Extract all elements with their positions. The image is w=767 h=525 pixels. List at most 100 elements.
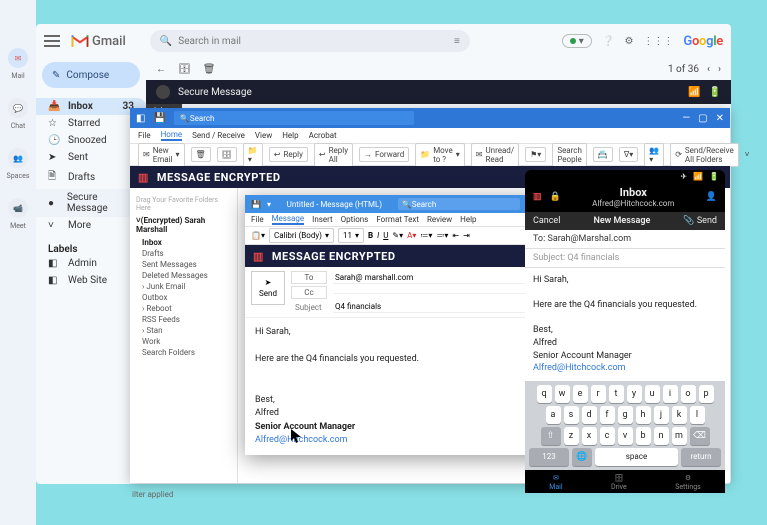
key-b[interactable]: b: [636, 427, 651, 445]
new-email-button[interactable]: ✉ New Email ▾: [138, 143, 185, 167]
delete-button[interactable]: 🗑: [191, 147, 211, 162]
menu-options[interactable]: Options: [341, 215, 369, 224]
flag-button[interactable]: ⚑▾: [525, 147, 546, 162]
folder-reboot[interactable]: › Reboot: [142, 303, 231, 314]
minimize-icon[interactable]: —: [682, 113, 690, 124]
mobile-body[interactable]: Hi Sarah, Here are the Q4 financials you…: [525, 268, 725, 381]
send-button[interactable]: ➤ Send: [251, 271, 285, 305]
menu-view[interactable]: View: [255, 131, 272, 140]
font-size[interactable]: 11 ▾: [338, 228, 364, 243]
meet-app-icon[interactable]: 📹: [8, 198, 28, 218]
status-pill[interactable]: ▾: [562, 34, 592, 48]
save-icon[interactable]: 💾: [251, 200, 261, 209]
key-x[interactable]: x: [582, 427, 597, 445]
maximize-icon[interactable]: ▢: [698, 113, 707, 124]
menu-insert[interactable]: Insert: [312, 215, 333, 224]
italic-button[interactable]: I: [377, 231, 379, 240]
menu-acrobat[interactable]: Acrobat: [309, 131, 337, 140]
paste-button[interactable]: 📋▾: [251, 231, 265, 240]
key-123[interactable]: 123: [529, 448, 569, 466]
settings-icon[interactable]: ⚙: [624, 36, 633, 47]
filter-icon[interactable]: ≡: [454, 36, 460, 47]
m-email-link[interactable]: Alfred@Hitchcock.com: [533, 363, 626, 373]
nav-settings[interactable]: ⚙Settings: [675, 474, 701, 491]
back-icon[interactable]: ←: [156, 64, 166, 75]
key-⌫[interactable]: ⌫: [690, 427, 710, 445]
key-m[interactable]: m: [672, 427, 687, 445]
help-icon[interactable]: ❔: [602, 36, 614, 47]
menu-home[interactable]: Home: [161, 130, 183, 141]
compose-button[interactable]: ✎ Compose: [42, 62, 140, 88]
spaces-app-icon[interactable]: 👥: [8, 148, 28, 168]
folder-outbox[interactable]: Outbox: [142, 292, 231, 303]
chat-app-icon[interactable]: 💬: [8, 98, 28, 118]
mobile-subject-field[interactable]: Subject: Q4 financials: [525, 249, 725, 268]
key-f[interactable]: f: [600, 406, 615, 424]
key-g[interactable]: g: [618, 406, 633, 424]
account-name[interactable]: ˅(Encrypted) Sarah Marshall: [136, 216, 231, 234]
underline-button[interactable]: U: [383, 231, 388, 240]
font-color-button[interactable]: A▾: [407, 231, 416, 240]
key-e[interactable]: e: [573, 385, 588, 403]
folder-junk[interactable]: › Junk Email: [142, 281, 231, 292]
secure-message-row[interactable]: Secure Message 📶 🔋: [146, 80, 731, 104]
highlight-button[interactable]: ✎▾: [392, 231, 403, 240]
delete-icon[interactable]: 🗑: [203, 64, 216, 75]
key-l[interactable]: l: [690, 406, 705, 424]
outdent-button[interactable]: ⇥: [463, 231, 470, 240]
profile-icon[interactable]: 👤: [706, 192, 717, 202]
filter-button[interactable]: ∇▾: [619, 147, 638, 162]
compose-search[interactable]: 🔍 Search: [398, 198, 521, 210]
menu-review[interactable]: Review: [427, 215, 452, 224]
address-book-button[interactable]: 📇: [593, 147, 613, 162]
indent-button[interactable]: ⇤: [452, 231, 459, 240]
key-space[interactable]: space: [595, 448, 678, 466]
nav-drive[interactable]: 🗄Drive: [611, 474, 627, 491]
reply-button[interactable]: ↩ Reply: [269, 147, 308, 162]
key-u[interactable]: u: [645, 385, 660, 403]
folder-work[interactable]: Work: [142, 336, 231, 347]
key-k[interactable]: k: [672, 406, 687, 424]
menu-file[interactable]: File: [138, 131, 151, 140]
unread-button[interactable]: ✉ Unread/ Read: [471, 143, 519, 167]
apps-grid-icon[interactable]: ⋮⋮⋮: [643, 36, 673, 47]
gmail-search[interactable]: 🔍 Search in mail ≡: [150, 30, 470, 52]
groups-button[interactable]: 👥▾: [644, 143, 664, 167]
key-o[interactable]: o: [681, 385, 696, 403]
key-n[interactable]: n: [654, 427, 669, 445]
prev-icon[interactable]: ‹: [707, 64, 710, 75]
search-people[interactable]: Search People: [552, 143, 587, 167]
key-y[interactable]: y: [627, 385, 642, 403]
key-s[interactable]: s: [564, 406, 579, 424]
archive-icon[interactable]: 🗄: [178, 64, 191, 75]
key-⇧[interactable]: ⇧: [541, 427, 561, 445]
key-q[interactable]: q: [537, 385, 552, 403]
menu-sendreceive[interactable]: Send / Receive: [192, 131, 245, 140]
outlook-search[interactable]: 🔍 Search: [174, 111, 414, 125]
bullets-button[interactable]: ≔▾: [420, 231, 432, 240]
save-icon[interactable]: 💾: [153, 113, 165, 124]
bold-button[interactable]: B: [368, 231, 373, 240]
key-w[interactable]: w: [555, 385, 570, 403]
menu-icon[interactable]: [44, 35, 60, 47]
folder-stan[interactable]: › Stan: [142, 325, 231, 336]
key-a[interactable]: a: [546, 406, 561, 424]
key-return[interactable]: return: [681, 448, 721, 466]
menu-message[interactable]: Message: [272, 214, 305, 225]
key-i[interactable]: i: [663, 385, 678, 403]
folder-deleted[interactable]: Deleted Messages: [142, 270, 231, 281]
mobile-send[interactable]: 📎 Send: [683, 216, 717, 226]
nav-mail[interactable]: ✉Mail: [549, 474, 562, 491]
next-icon[interactable]: ›: [718, 64, 721, 75]
menu-formattext[interactable]: Format Text: [376, 215, 419, 224]
move-button[interactable]: 📁 ▾: [243, 143, 263, 167]
folder-sent[interactable]: Sent Messages: [142, 259, 231, 270]
mail-app-icon[interactable]: ✉: [8, 48, 28, 68]
folder-inbox[interactable]: Inbox: [142, 237, 231, 248]
folder-drafts[interactable]: Drafts: [142, 248, 231, 259]
cc-button[interactable]: Cc: [291, 286, 327, 299]
key-h[interactable]: h: [636, 406, 651, 424]
mobile-cancel[interactable]: Cancel: [533, 216, 560, 226]
font-select[interactable]: Calibri (Body) ▾: [269, 228, 334, 243]
key-globe[interactable]: 🌐: [572, 448, 592, 466]
